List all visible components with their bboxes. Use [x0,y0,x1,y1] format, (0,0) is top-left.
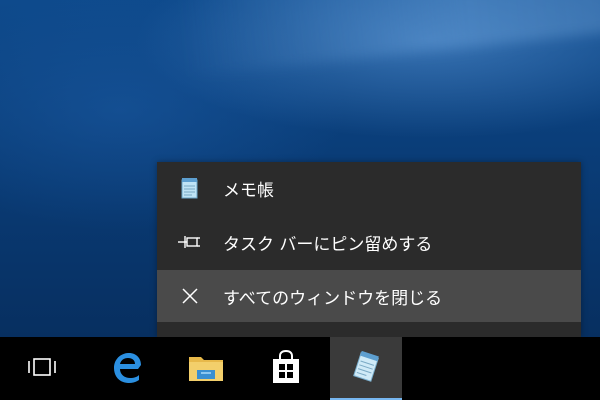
notepad-taskbar-button[interactable] [330,337,402,400]
file-explorer-icon [187,351,225,387]
jump-list-item-label: メモ帳 [223,180,274,201]
store-icon [270,349,302,388]
edge-button[interactable] [90,337,162,400]
store-button[interactable] [250,337,322,400]
close-icon [177,283,203,309]
pin-icon [177,229,203,255]
pin-to-taskbar-button[interactable]: タスク バーにピン留めする [157,216,581,268]
pin-to-taskbar-label: タスク バーにピン留めする [223,234,433,255]
edge-icon [109,350,143,388]
close-all-windows-button[interactable]: すべてのウィンドウを閉じる [157,270,581,322]
file-explorer-button[interactable] [170,337,242,400]
jump-list-menu: メモ帳 タスク バーにピン留めする すべてのウィンドウを閉じる [157,162,581,337]
task-view-icon [24,356,60,382]
wallpaper-light-beam [176,0,600,77]
task-view-button[interactable] [6,337,78,400]
jump-list-item-notepad[interactable]: メモ帳 [157,162,581,214]
taskbar [0,337,600,400]
notepad-icon [348,349,384,389]
notepad-icon [177,175,203,201]
close-all-windows-label: すべてのウィンドウを閉じる [223,288,443,309]
